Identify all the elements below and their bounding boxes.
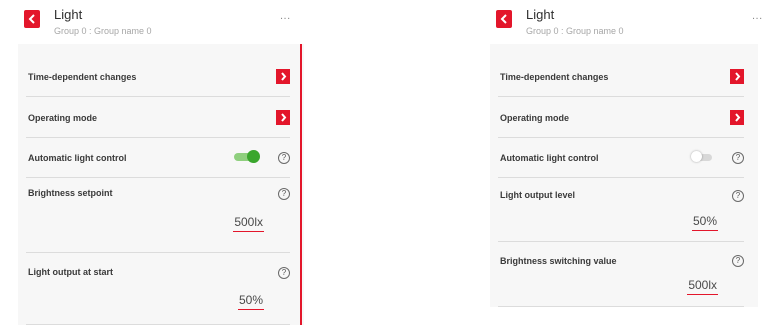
settings-list: Time-dependent changes Operating mode Au… [18,44,304,325]
more-menu-button[interactable]: ... [752,10,763,22]
row-label: Light output at start [28,267,113,277]
back-button[interactable] [24,10,40,28]
row-brightness-setpoint: Brightness setpoint ? 500lx [26,178,290,253]
help-icon[interactable]: ? [278,152,290,164]
automatic-light-toggle[interactable] [691,151,714,162]
row-time-dependent-changes[interactable]: Time-dependent changes [498,56,744,97]
row-label: Automatic light control [28,153,127,163]
row-label: Operating mode [28,113,98,123]
scroll-indicator [300,44,302,325]
row-label: Time-dependent changes [28,72,137,82]
open-operating-mode-button[interactable] [730,110,744,125]
panel-header: Light Group 0 : Group name 0 ... [18,0,304,44]
panel-header: Light Group 0 : Group name 0 ... [490,0,762,44]
light-panel-left: Light Group 0 : Group name 0 ... Time-de… [18,0,304,325]
row-automatic-light-control: Automatic light control ? [26,138,290,178]
page-title: Light [526,7,555,22]
chevron-left-icon [28,14,35,24]
chevron-right-icon [280,72,286,81]
settings-list: Time-dependent changes Operating mode Au… [490,44,758,307]
help-icon[interactable]: ? [732,255,744,267]
help-icon[interactable]: ? [732,152,744,164]
chevron-right-icon [734,72,740,81]
toggle-knob [247,150,260,163]
chevron-right-icon [280,113,286,122]
row-brightness-switching-value: Brightness switching value ? 500lx [498,242,744,307]
chevron-left-icon [500,14,507,24]
row-operating-mode[interactable]: Operating mode [498,97,744,138]
toggle-knob [691,151,702,162]
open-time-dependent-button[interactable] [730,69,744,84]
page-subtitle: Group 0 : Group name 0 [54,26,152,36]
back-button[interactable] [496,10,512,28]
row-label: Brightness switching value [500,256,617,266]
help-icon[interactable]: ? [278,188,290,200]
brightness-setpoint-input[interactable]: 500lx [233,215,264,232]
light-output-start-input[interactable]: 50% [237,293,264,310]
row-time-dependent-changes[interactable]: Time-dependent changes [26,56,290,97]
automatic-light-toggle[interactable] [234,150,260,163]
open-time-dependent-button[interactable] [276,69,290,84]
row-automatic-light-control: Automatic light control ? [498,138,744,178]
brightness-switching-input[interactable]: 500lx [687,278,718,295]
light-output-level-input[interactable]: 50% [691,214,718,231]
page-title: Light [54,7,83,22]
row-label: Time-dependent changes [500,72,609,82]
row-label: Automatic light control [500,153,599,163]
row-light-output-at-start: Light output at start ? 50% [26,253,290,325]
help-icon[interactable]: ? [732,190,744,202]
row-label: Brightness setpoint [28,188,113,198]
row-operating-mode[interactable]: Operating mode [26,97,290,138]
more-menu-button[interactable]: ... [280,10,291,22]
row-label: Operating mode [500,113,570,123]
open-operating-mode-button[interactable] [276,110,290,125]
chevron-right-icon [734,113,740,122]
light-panel-right: Light Group 0 : Group name 0 ... Time-de… [490,0,762,325]
row-label: Light output level [500,190,575,200]
page-subtitle: Group 0 : Group name 0 [526,26,624,36]
help-icon[interactable]: ? [278,267,290,279]
row-light-output-level: Light output level ? 50% [498,178,744,242]
